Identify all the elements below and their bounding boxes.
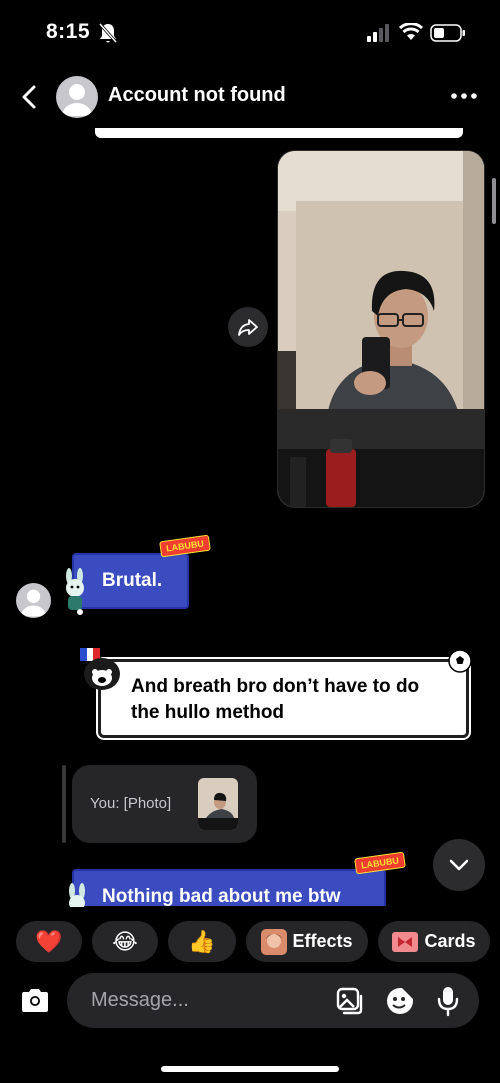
back-chevron-icon[interactable]	[18, 84, 40, 110]
battery-icon	[430, 24, 465, 42]
thumbs-up-icon: 👍	[188, 928, 216, 954]
wifi-icon	[399, 23, 423, 40]
cards-button[interactable]: Cards	[378, 921, 490, 962]
share-button[interactable]	[228, 307, 268, 347]
previous-message-edge	[95, 128, 463, 138]
gift-card-icon	[392, 931, 419, 952]
bulldog-sticker-icon	[80, 648, 120, 690]
bunny-sticker-icon	[69, 883, 85, 907]
status-time: 8:15	[46, 20, 91, 43]
default-avatar-icon	[62, 84, 92, 116]
more-options-icon[interactable]	[448, 86, 480, 106]
message-text: Nothing bad about me btw	[102, 886, 341, 907]
soccer-ball-icon	[448, 649, 472, 673]
home-indicator[interactable]	[161, 1066, 339, 1072]
labubu-sticker: LABUBU	[354, 851, 406, 875]
chevron-down-icon	[449, 859, 469, 871]
sender-avatar[interactable]	[16, 583, 51, 618]
laughing-emoji-icon: 😂	[112, 928, 138, 954]
message-text: And breath bro don’t have to do the hull…	[131, 676, 420, 723]
labubu-sticker: LABUBU	[159, 534, 211, 558]
microphone-icon[interactable]	[435, 985, 461, 1017]
conversation-title[interactable]: Account not found	[108, 84, 286, 107]
default-avatar-icon	[21, 589, 46, 617]
effects-label: Effects	[292, 931, 353, 951]
camera-icon[interactable]	[18, 984, 52, 1018]
quick-reaction-heart[interactable]: ❤️	[16, 921, 82, 962]
scroll-to-bottom-button[interactable]	[433, 839, 485, 891]
reply-photo-thumbnail	[198, 778, 238, 830]
share-arrow-icon	[238, 319, 258, 336]
bell-muted-icon	[98, 23, 118, 43]
message-input[interactable]	[89, 988, 323, 1013]
quick-reaction-laugh[interactable]: 😂	[92, 921, 158, 962]
cellular-signal-icon	[367, 24, 389, 42]
message-composer[interactable]	[67, 973, 479, 1028]
reply-indicator-line	[62, 765, 66, 843]
gallery-icon[interactable]	[335, 986, 365, 1016]
scrollbar[interactable]	[492, 178, 496, 224]
heart-icon: ❤️	[35, 928, 63, 954]
effects-face-icon	[261, 928, 288, 955]
message-bubble-sent[interactable]: And breath bro don’t have to do the hull…	[98, 659, 469, 738]
contact-avatar[interactable]	[56, 76, 98, 118]
quick-reaction-thumbs-up[interactable]: 👍	[168, 921, 236, 962]
sticker-icon[interactable]	[385, 986, 415, 1016]
bunny-sticker-icon	[66, 568, 84, 615]
cards-label: Cards	[424, 931, 476, 951]
message-text: Brutal.	[102, 570, 163, 591]
effects-button[interactable]: Effects	[246, 921, 368, 962]
photo-message[interactable]	[277, 150, 485, 508]
reply-preview-text: You: [Photo]	[90, 795, 172, 812]
